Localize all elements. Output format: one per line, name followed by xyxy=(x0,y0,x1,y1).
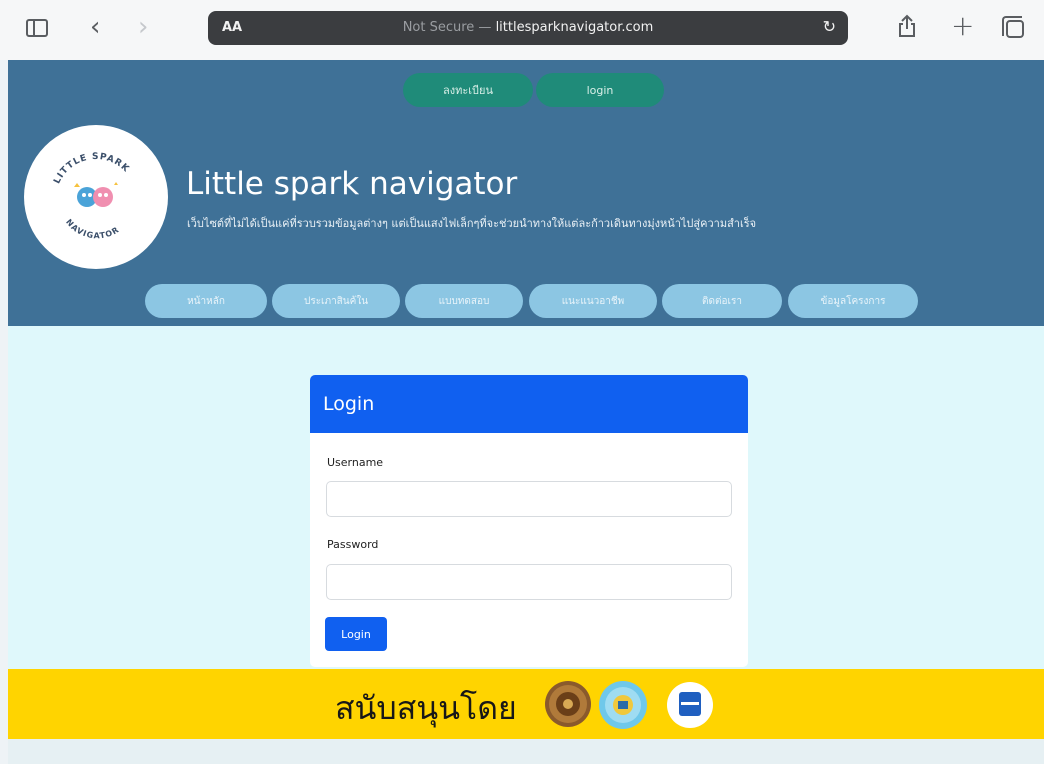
username-label: Username xyxy=(327,456,384,469)
share-icon[interactable] xyxy=(897,14,917,43)
url-display[interactable]: Not Secure — littlesparknavigator.com xyxy=(208,20,848,35)
tab-overview-icon[interactable] xyxy=(1002,16,1024,38)
site-header: ลงทะเบียน login LITTLE SPARK NAVIGATOR L… xyxy=(8,60,1044,326)
register-button[interactable]: ลงทะเบียน xyxy=(403,73,533,107)
footer-strip xyxy=(8,739,1044,764)
forward-chevron-icon[interactable]: › xyxy=(138,14,148,40)
nav-quiz[interactable]: แบบทดสอบ xyxy=(405,284,523,318)
address-bar[interactable]: AA Not Secure — littlesparknavigator.com… xyxy=(208,11,848,45)
svg-text:NAVIGATOR: NAVIGATOR xyxy=(64,218,121,241)
svg-text:LITTLE SPARK: LITTLE SPARK xyxy=(52,152,131,186)
site-subtitle: เว็บไซต์ที่ไม่ได้เป็นแค่ที่รวบรวมข้อมูลต… xyxy=(187,217,757,230)
site-logo[interactable]: LITTLE SPARK NAVIGATOR xyxy=(24,125,168,269)
back-chevron-icon[interactable]: ‹ xyxy=(90,14,100,40)
nav-products[interactable]: ประเภาสินค้ใน xyxy=(272,284,400,318)
url-host: littlesparknavigator.com xyxy=(495,20,654,35)
login-card-title: Login xyxy=(310,375,748,433)
username-input[interactable] xyxy=(326,481,732,517)
sidebar-icon[interactable] xyxy=(26,19,48,37)
sponsor-bar: สนับสนุนโดย xyxy=(8,669,1044,739)
logo-text-top: LITTLE SPARK xyxy=(52,152,130,186)
login-card: Login Username Password Login xyxy=(310,375,748,667)
site-title: Little spark navigator xyxy=(186,166,518,202)
agency-logo xyxy=(667,682,713,728)
password-label: Password xyxy=(327,538,379,551)
reload-icon[interactable]: ↻ xyxy=(823,17,836,36)
government-seal-logo xyxy=(545,681,591,727)
login-submit-button[interactable]: Login xyxy=(325,617,387,651)
security-status: Not Secure — xyxy=(402,20,492,35)
new-tab-icon[interactable]: + xyxy=(951,12,974,40)
password-input[interactable] xyxy=(326,564,732,600)
nav-contact[interactable]: ติดต่อเรา xyxy=(662,284,782,318)
sponsor-label: สนับสนุนโดย xyxy=(335,689,517,727)
nav-project-info[interactable]: ข้อมูลโครงการ xyxy=(788,284,918,318)
login-link-button[interactable]: login xyxy=(536,73,664,107)
nav-home[interactable]: หน้าหลัก xyxy=(145,284,267,318)
nav-career-guidance[interactable]: แนะแนวอาชีพ xyxy=(529,284,657,318)
university-seal-logo xyxy=(599,681,647,729)
browser-toolbar: ‹ › AA Not Secure — littlesparknavigator… xyxy=(0,0,1044,60)
logo-text-bottom: NAVIGATOR xyxy=(64,218,120,241)
